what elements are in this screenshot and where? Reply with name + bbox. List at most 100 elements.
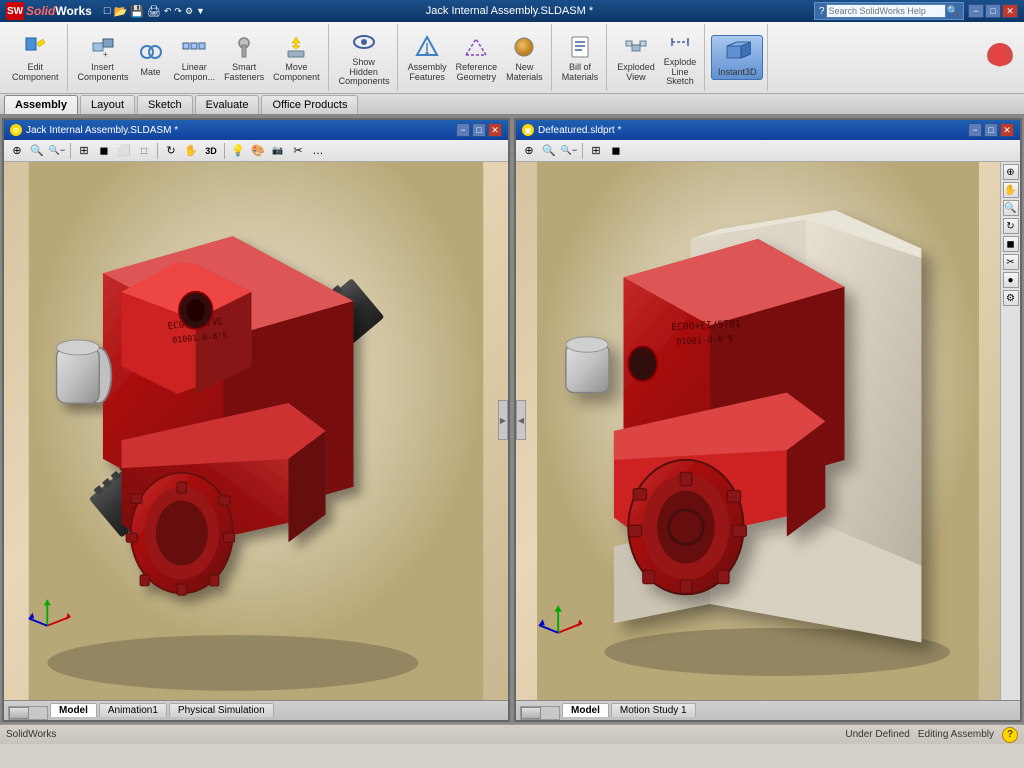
rebuild-icon[interactable]: ⚙	[185, 6, 193, 17]
rst-view-1[interactable]: ⊕	[1003, 164, 1019, 180]
save-icon[interactable]: 💾	[130, 5, 144, 18]
left-viewport-handle[interactable]: ▶	[498, 400, 508, 440]
vp-section[interactable]: ✂	[289, 142, 307, 160]
rst-view-5[interactable]: ◼	[1003, 236, 1019, 252]
smart-fasteners-icon	[230, 33, 258, 61]
edit-component-icon	[21, 33, 49, 61]
insert-components-icon: +	[89, 33, 117, 61]
left-vp-maximize[interactable]: □	[472, 123, 486, 137]
right-tab-motion-study[interactable]: Motion Study 1	[611, 703, 696, 717]
bill-of-materials-icon	[566, 33, 594, 61]
toolbar-group-insert: + InsertComponents Mate LinearCompon... …	[70, 24, 329, 91]
instant3d-button[interactable]: Instant3D	[711, 35, 763, 81]
left-viewport-titlebar: ⚙ Jack Internal Assembly.SLDASM * − □ ✕	[4, 120, 508, 140]
right-vp-minimize[interactable]: −	[968, 123, 982, 137]
open-icon[interactable]: 📂	[113, 5, 127, 18]
right-scrollbar[interactable]	[520, 706, 560, 720]
reference-geometry-button[interactable]: ReferenceGeometry	[452, 31, 502, 85]
show-hidden-button[interactable]: ShowHiddenComponents	[335, 26, 393, 90]
status-app-name: SolidWorks	[6, 729, 56, 740]
smart-fasteners-label: SmartFasteners	[224, 63, 264, 83]
left-viewport-title-text: ⚙ Jack Internal Assembly.SLDASM *	[10, 124, 178, 136]
rvp-zoom-fit[interactable]: ⊕	[520, 142, 538, 160]
redo-icon[interactable]: ↷	[174, 6, 182, 17]
edit-component-button[interactable]: EditComponent	[8, 31, 63, 85]
smart-fasteners-button[interactable]: SmartFasteners	[220, 31, 268, 85]
print-icon[interactable]: 🖨	[147, 5, 161, 18]
bill-of-materials-button[interactable]: Bill ofMaterials	[558, 31, 603, 85]
assembly-features-icon	[413, 33, 441, 61]
options-icon[interactable]: ▼	[196, 6, 205, 16]
vp-appearance[interactable]: 🎨	[249, 142, 267, 160]
vp-zoom-out[interactable]: 🔍−	[48, 142, 66, 160]
exploded-view-button[interactable]: ExplodedView	[613, 31, 659, 85]
rst-view-7[interactable]: ●	[1003, 272, 1019, 288]
tab-assembly[interactable]: Assembly	[4, 95, 78, 114]
search-button[interactable]: 🔍	[947, 6, 959, 17]
search-input[interactable]	[826, 4, 946, 18]
right-viewport-handle[interactable]: ◀	[516, 400, 526, 440]
rst-view-2[interactable]: ✋	[1003, 182, 1019, 198]
maximize-button[interactable]: □	[985, 4, 1001, 18]
rvp-display-mode[interactable]: ⊞	[587, 142, 605, 160]
vp-shaded[interactable]: ◼	[95, 142, 113, 160]
assembly-features-label: AssemblyFeatures	[408, 63, 447, 83]
vp-hidden-lines[interactable]: ⬚	[135, 142, 153, 160]
window-controls: − □ ✕	[968, 4, 1018, 18]
rvp-zoom-in[interactable]: 🔍	[540, 142, 558, 160]
right-vp-toolbar: ⊕ 🔍 🔍− ⊞ ◼	[516, 140, 1020, 162]
status-help-button[interactable]: ?	[1002, 727, 1018, 743]
tab-sketch[interactable]: Sketch	[137, 95, 193, 114]
rvp-shaded[interactable]: ◼	[607, 142, 625, 160]
left-scene-svg: EC00+EI/VC 01001-0-8'5	[4, 162, 508, 700]
rst-view-3[interactable]: 🔍	[1003, 200, 1019, 216]
reference-geometry-icon	[462, 33, 490, 61]
left-vp-close[interactable]: ✕	[488, 123, 502, 137]
vp-zoom-fit[interactable]: ⊕	[8, 142, 26, 160]
vp-options[interactable]: …	[309, 142, 327, 160]
vp-zoom-in[interactable]: 🔍	[28, 142, 46, 160]
explode-line-sketch-button[interactable]: ExplodeLineSketch	[660, 26, 701, 90]
right-viewport-canvas[interactable]: EC00+EI/5T01 01001-0-8'5	[516, 162, 1000, 700]
left-vp-minimize[interactable]: −	[456, 123, 470, 137]
linear-component-button[interactable]: LinearCompon...	[170, 31, 220, 85]
tab-evaluate[interactable]: Evaluate	[195, 95, 260, 114]
move-component-button[interactable]: MoveComponent	[269, 31, 324, 85]
insert-components-button[interactable]: + InsertComponents	[74, 31, 132, 85]
vp-pan[interactable]: ✋	[182, 142, 200, 160]
right-viewport-icon: ▣	[522, 124, 534, 136]
rst-view-8[interactable]: ⚙	[1003, 290, 1019, 306]
vp-light[interactable]: 💡	[229, 142, 247, 160]
rvp-zoom-out[interactable]: 🔍−	[560, 142, 578, 160]
left-tab-model[interactable]: Model	[50, 703, 97, 717]
right-vp-maximize[interactable]: □	[984, 123, 998, 137]
new-icon[interactable]: □	[104, 5, 111, 17]
left-tab-physical-simulation[interactable]: Physical Simulation	[169, 703, 274, 717]
vp-3d-view[interactable]: 3D	[202, 142, 220, 160]
mate-button[interactable]: Mate	[133, 36, 169, 80]
linear-component-icon	[180, 33, 208, 61]
left-scrollbar[interactable]	[8, 706, 48, 720]
move-component-icon	[282, 33, 310, 61]
title-bar: SW SolidWorks □ 📂 💾 🖨 ↶ ↷ ⚙ ▼ Jack Inter…	[0, 0, 1024, 22]
left-viewport-canvas[interactable]: EC00+EI/VC 01001-0-8'5	[4, 162, 508, 700]
right-vp-close[interactable]: ✕	[1000, 123, 1014, 137]
minimize-button[interactable]: −	[968, 4, 984, 18]
assembly-features-button[interactable]: AssemblyFeatures	[404, 31, 451, 85]
sw-icon: SW	[7, 6, 23, 17]
vp-rotate[interactable]: ↻	[162, 142, 180, 160]
vp-camera[interactable]: 📷	[269, 142, 287, 160]
close-button[interactable]: ✕	[1002, 4, 1018, 18]
rst-view-6[interactable]: ✂	[1003, 254, 1019, 270]
tab-office-products[interactable]: Office Products	[261, 95, 358, 114]
vp-display-mode[interactable]: ⊞	[75, 142, 93, 160]
move-component-label: MoveComponent	[273, 63, 320, 83]
undo-icon[interactable]: ↶	[164, 6, 172, 17]
vp-wireframe[interactable]: ⬜	[115, 142, 133, 160]
new-materials-button[interactable]: NewMaterials	[502, 31, 547, 85]
right-tab-model[interactable]: Model	[562, 703, 609, 717]
tab-layout[interactable]: Layout	[80, 95, 135, 114]
left-tab-animation1[interactable]: Animation1	[99, 703, 167, 717]
rst-view-4[interactable]: ↻	[1003, 218, 1019, 234]
right-viewport-titlebar: ▣ Defeatured.sldprt * − □ ✕	[516, 120, 1020, 140]
